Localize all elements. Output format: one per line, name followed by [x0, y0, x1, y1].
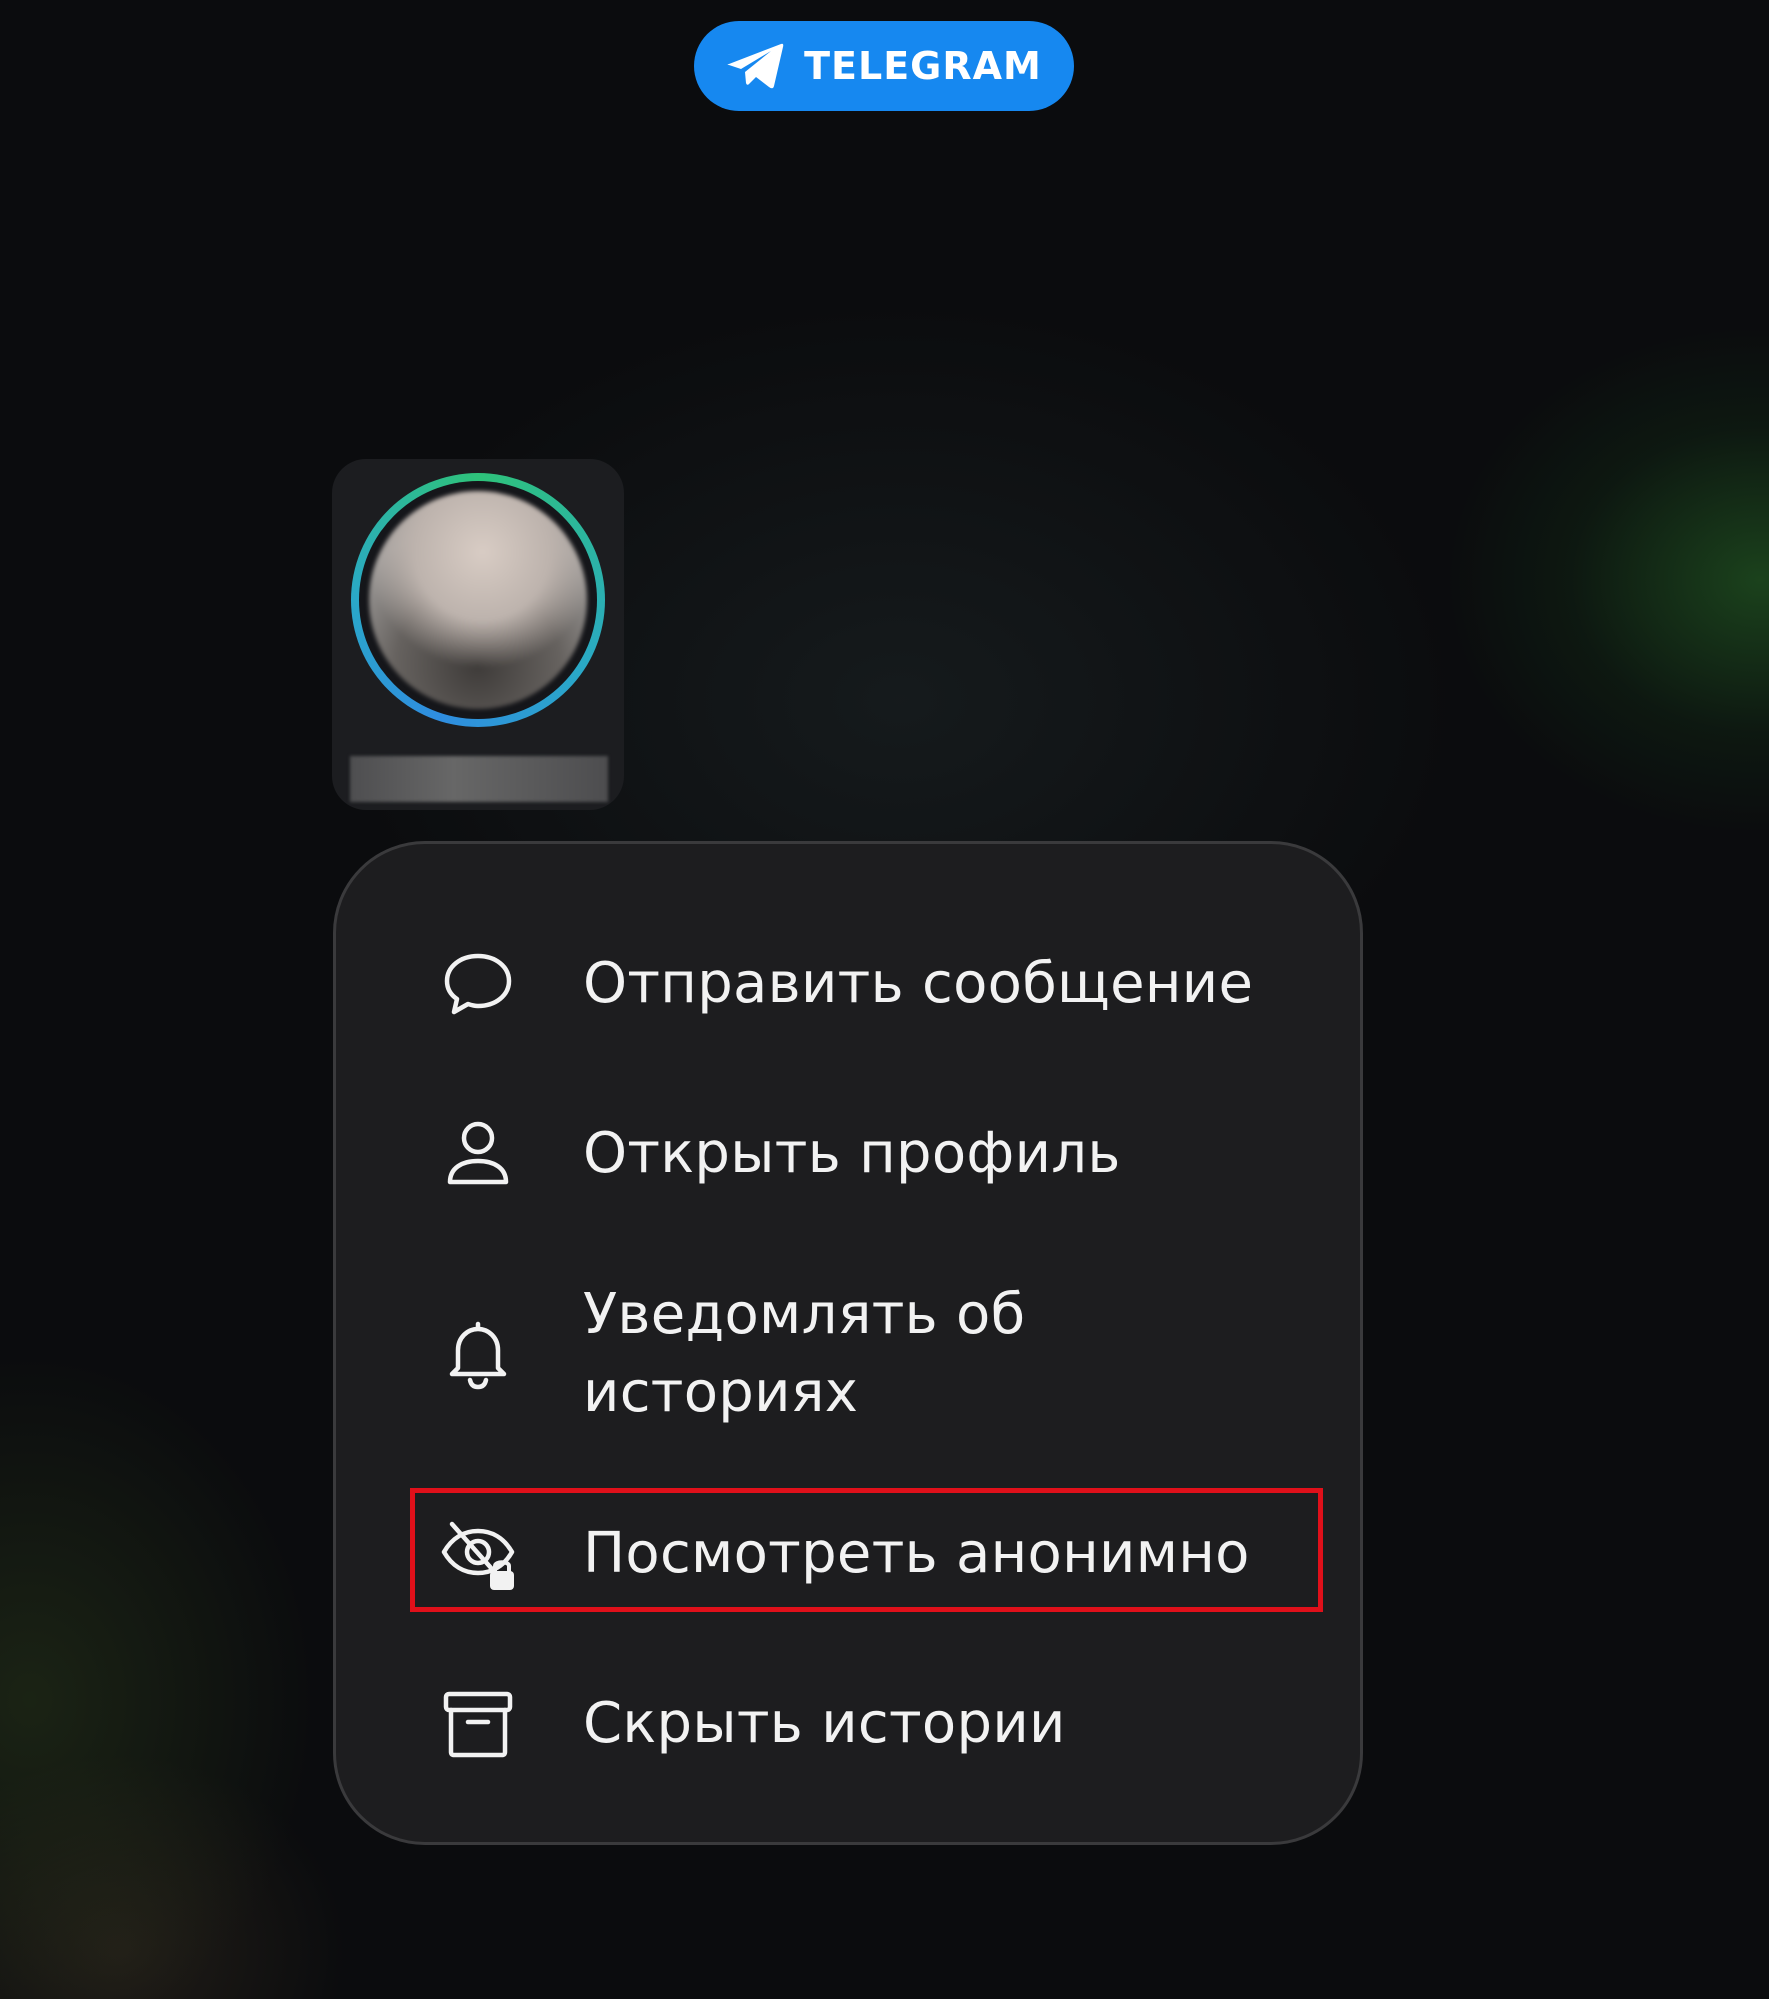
archive-box-icon	[440, 1686, 516, 1762]
story-username-blurred	[350, 756, 608, 802]
avatar	[369, 491, 587, 709]
person-icon	[440, 1116, 516, 1192]
menu-item-hide-stories[interactable]: Скрыть истории	[336, 1664, 1360, 1784]
chat-bubble-icon	[440, 946, 516, 1022]
highlight-annotation-box	[410, 1488, 1323, 1612]
telegram-paper-plane-icon	[727, 43, 784, 89]
menu-item-send-message[interactable]: Отправить сообщение	[336, 924, 1360, 1044]
menu-item-label: Скрыть истории	[583, 1691, 1066, 1756]
bell-icon	[440, 1316, 516, 1392]
telegram-label: TELEGRAM	[804, 44, 1042, 88]
story-context-menu: Отправить сообщение Открыть профиль Увед…	[333, 841, 1363, 1845]
menu-item-label: Отправить сообщение	[583, 951, 1254, 1016]
story-preview[interactable]	[332, 459, 624, 810]
telegram-badge: TELEGRAM	[694, 21, 1074, 111]
menu-item-label: Открыть профиль	[583, 1121, 1121, 1186]
menu-item-notify-stories[interactable]: Уведомлять об историях	[336, 1259, 1360, 1449]
menu-item-open-profile[interactable]: Открыть профиль	[336, 1094, 1360, 1214]
menu-item-label: Уведомлять об историях	[583, 1282, 1026, 1425]
